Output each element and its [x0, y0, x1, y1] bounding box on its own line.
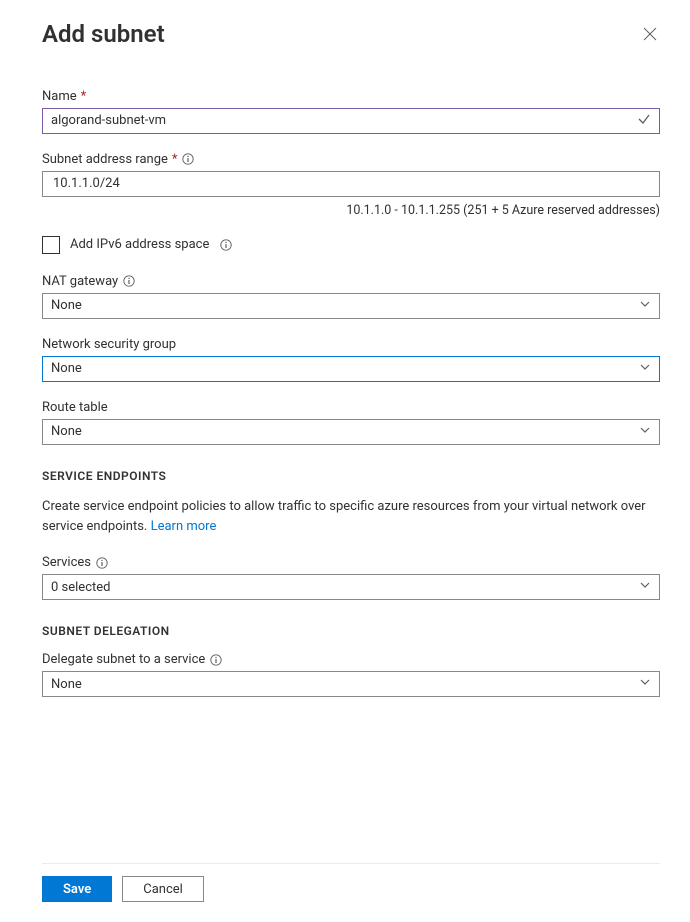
delegation-value: None [51, 677, 82, 692]
se-desc-text: Create service endpoint policies to allo… [42, 499, 646, 534]
info-icon[interactable] [182, 153, 195, 166]
ipv6-checkbox[interactable] [42, 236, 60, 254]
service-endpoints-desc: Create service endpoint policies to allo… [42, 497, 660, 537]
chevron-down-icon [639, 298, 651, 314]
nsg-label: Network security group [42, 337, 176, 352]
info-icon[interactable] [209, 653, 222, 666]
field-nat-gateway: NAT gateway None [42, 274, 660, 319]
info-icon[interactable] [95, 556, 108, 569]
learn-more-link[interactable]: Learn more [151, 519, 217, 534]
cancel-button[interactable]: Cancel [122, 876, 204, 902]
name-label-row: Name * [42, 89, 660, 104]
field-delegation: Delegate subnet to a service None [42, 652, 660, 697]
required-asterisk: * [172, 152, 178, 167]
field-address-range: Subnet address range * 10.1.1.0 - 10.1.1… [42, 152, 660, 218]
panel-footer: Save Cancel [42, 863, 660, 902]
add-subnet-panel: Add subnet Name * algorand-subnet-vm Sub… [0, 0, 690, 922]
save-button[interactable]: Save [42, 876, 112, 902]
nsg-label-row: Network security group [42, 337, 660, 352]
range-label-row: Subnet address range * [42, 152, 660, 167]
route-value: None [51, 424, 82, 439]
service-endpoints-heading: SERVICE ENDPOINTS [42, 469, 660, 483]
range-helper-text: 10.1.1.0 - 10.1.1.255 (251 + 5 Azure res… [42, 203, 660, 218]
chevron-down-icon [639, 424, 651, 440]
range-label: Subnet address range [42, 152, 168, 167]
chevron-down-icon [639, 579, 651, 595]
route-label: Route table [42, 400, 108, 415]
address-range-text[interactable] [51, 175, 651, 192]
ipv6-label: Add IPv6 address space [70, 237, 209, 252]
nat-label-row: NAT gateway [42, 274, 660, 289]
info-icon[interactable] [219, 238, 232, 251]
nsg-value: None [51, 361, 82, 376]
services-value: 0 selected [51, 580, 110, 595]
field-route-table: Route table None [42, 400, 660, 445]
name-input[interactable]: algorand-subnet-vm [42, 108, 660, 134]
chevron-down-icon [639, 361, 651, 377]
field-nsg: Network security group None [42, 337, 660, 382]
delegation-label-row: Delegate subnet to a service [42, 652, 660, 667]
address-range-input[interactable] [42, 171, 660, 197]
nat-gateway-select[interactable]: None [42, 293, 660, 319]
field-services: Services 0 selected [42, 555, 660, 600]
services-label: Services [42, 555, 91, 570]
subnet-delegation-heading: SUBNET DELEGATION [42, 624, 660, 638]
delegation-label: Delegate subnet to a service [42, 652, 205, 667]
nat-label: NAT gateway [42, 274, 118, 289]
route-label-row: Route table [42, 400, 660, 415]
services-label-row: Services [42, 555, 660, 570]
delegation-select[interactable]: None [42, 671, 660, 697]
panel-body: Name * algorand-subnet-vm Subnet address… [42, 89, 660, 863]
field-name: Name * algorand-subnet-vm [42, 89, 660, 134]
ipv6-row: Add IPv6 address space [42, 236, 660, 254]
nsg-select[interactable]: None [42, 356, 660, 382]
nat-value: None [51, 298, 82, 313]
name-value: algorand-subnet-vm [51, 113, 166, 128]
close-button[interactable] [640, 24, 660, 44]
close-icon [643, 27, 657, 41]
panel-title: Add subnet [42, 20, 165, 49]
route-table-select[interactable]: None [42, 419, 660, 445]
required-asterisk: * [81, 89, 87, 104]
check-icon [637, 112, 651, 130]
name-label: Name [42, 89, 77, 104]
services-select[interactable]: 0 selected [42, 574, 660, 600]
chevron-down-icon [639, 676, 651, 692]
info-icon[interactable] [122, 275, 135, 288]
panel-header: Add subnet [42, 20, 660, 49]
